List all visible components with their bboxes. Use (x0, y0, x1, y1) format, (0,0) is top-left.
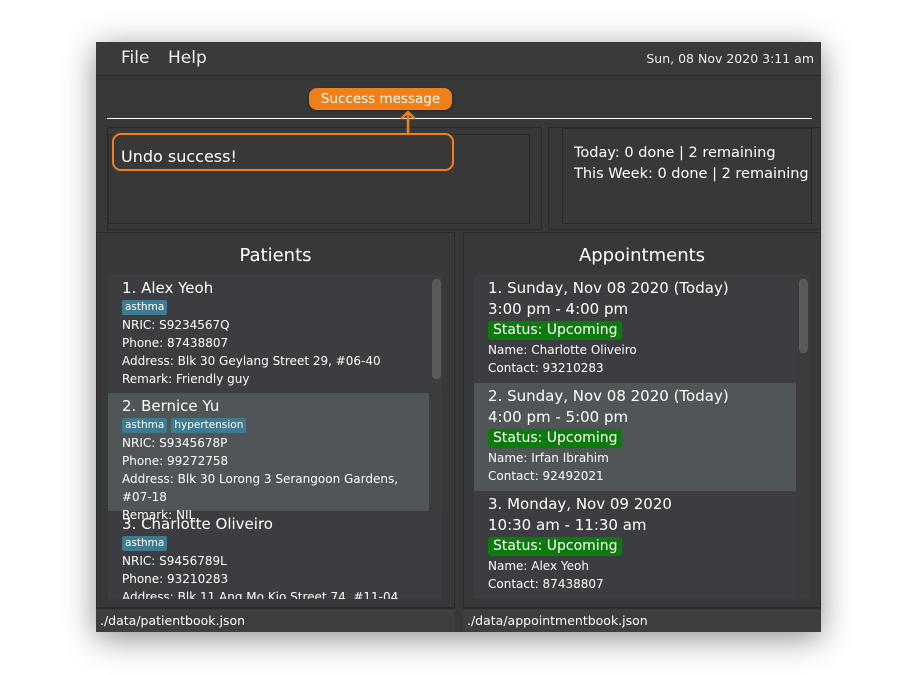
status-badge: Status: Upcoming (488, 429, 623, 448)
appointment-contact: Contact: 93210283 (488, 361, 604, 375)
patient-phone: Phone: 99272758 (122, 454, 229, 468)
patient-phone: Phone: 93210283 (122, 572, 229, 586)
appointment-time: 10:30 am - 11:30 am (488, 516, 647, 534)
appointment-list[interactable]: 1. Sunday, Nov 08 2020 (Today) 3:00 pm -… (474, 275, 809, 599)
status-badge: Status: Upcoming (488, 537, 623, 556)
tag: asthma (122, 418, 168, 433)
patients-panel: Patients 1. Alex Yeoh asthma NRIC: S9234… (96, 232, 455, 608)
appointment-card[interactable]: 3. Monday, Nov 09 2020 10:30 am - 11:30 … (474, 491, 796, 599)
stats-week: This Week: 0 done | 2 remaining (574, 166, 809, 182)
patient-remark: Remark: NIL (122, 508, 196, 522)
patient-scrollbar[interactable] (432, 279, 441, 379)
stats-display: Today: 0 done | 2 remaining This Week: 0… (562, 128, 812, 224)
patient-file-path: ./data/patientbook.json (100, 613, 246, 628)
appointment-contact: Contact: 87438807 (488, 577, 604, 591)
patient-address: Address: Blk 30 Geylang Street 29, #06-4… (122, 354, 381, 368)
annotation-arrow-icon (400, 110, 416, 134)
appointments-panel: Appointments 1. Sunday, Nov 08 2020 (Tod… (463, 232, 821, 608)
patient-status-bar: ./data/patientbook.json (96, 608, 455, 632)
patient-list[interactable]: 1. Alex Yeoh asthma NRIC: S9234567Q Phon… (108, 275, 442, 599)
clock: Sun, 08 Nov 2020 3:11 am (646, 51, 814, 66)
appointment-date: 2. Sunday, Nov 08 2020 (Today) (488, 387, 729, 405)
patient-name: 1. Alex Yeoh (122, 279, 214, 297)
appointment-date: 3. Monday, Nov 09 2020 (488, 495, 672, 513)
stats-pane: Today: 0 done | 2 remaining This Week: 0… (548, 127, 821, 230)
patient-name: 2. Bernice Yu (122, 397, 220, 415)
stats-today: Today: 0 done | 2 remaining (574, 145, 776, 161)
appointment-time: 3:00 pm - 4:00 pm (488, 300, 629, 318)
appointment-card[interactable]: 2. Sunday, Nov 08 2020 (Today) 4:00 pm -… (474, 383, 796, 491)
menu-help[interactable]: Help (168, 48, 207, 68)
command-input[interactable] (107, 82, 812, 118)
command-underline (107, 118, 812, 119)
tag: hypertension (171, 418, 247, 433)
appointment-patient-name: Name: Alex Yeoh (488, 559, 589, 573)
appointment-patient-name: Name: Irfan Ibrahim (488, 451, 609, 465)
patient-phone: Phone: 87438807 (122, 336, 229, 350)
tag: asthma (122, 536, 168, 551)
patient-remark: Remark: Friendly guy (122, 372, 250, 386)
patient-nric: NRIC: S9234567Q (122, 318, 230, 332)
status-badge: Status: Upcoming (488, 321, 623, 340)
app-window: File Help Sun, 08 Nov 2020 3:11 am Undo … (96, 42, 821, 632)
patients-title: Patients (239, 245, 312, 266)
menu-file[interactable]: File (121, 48, 149, 68)
patient-address: Address: Blk 30 Lorong 3 Serangoon Garde… (122, 472, 399, 504)
patient-card[interactable]: 2. Bernice Yu asthma hypertension NRIC: S… (108, 393, 429, 522)
appointment-status-bar: ./data/appointmentbook.json (463, 608, 821, 632)
appointment-scrollbar[interactable] (799, 279, 808, 353)
patient-card[interactable]: 1. Alex Yeoh asthma NRIC: S9234567Q Phon… (108, 275, 442, 393)
appointment-card[interactable]: 1. Sunday, Nov 08 2020 (Today) 3:00 pm -… (474, 275, 796, 383)
appointment-time: 4:00 pm - 5:00 pm (488, 408, 629, 426)
annotation-highlight (112, 133, 454, 171)
appointment-date: 1. Sunday, Nov 08 2020 (Today) (488, 279, 729, 297)
appointment-contact: Contact: 92492021 (488, 469, 604, 483)
menu-bar: File Help Sun, 08 Nov 2020 3:11 am (96, 42, 821, 76)
tag: asthma (122, 300, 168, 315)
patient-card[interactable]: 3. Charlotte Oliveiro asthma NRIC: S9456… (108, 511, 442, 599)
appointment-file-path: ./data/appointmentbook.json (467, 613, 648, 628)
patient-nric: NRIC: S9456789L (122, 554, 227, 568)
patient-nric: NRIC: S9345678P (122, 436, 228, 450)
appointment-patient-name: Name: Charlotte Oliveiro (488, 343, 637, 357)
patient-address: Address: Blk 11 Ang Mo Kio Street 74, #1… (122, 590, 399, 599)
appointments-title: Appointments (578, 245, 706, 266)
annotation-label: Success message (309, 88, 452, 110)
